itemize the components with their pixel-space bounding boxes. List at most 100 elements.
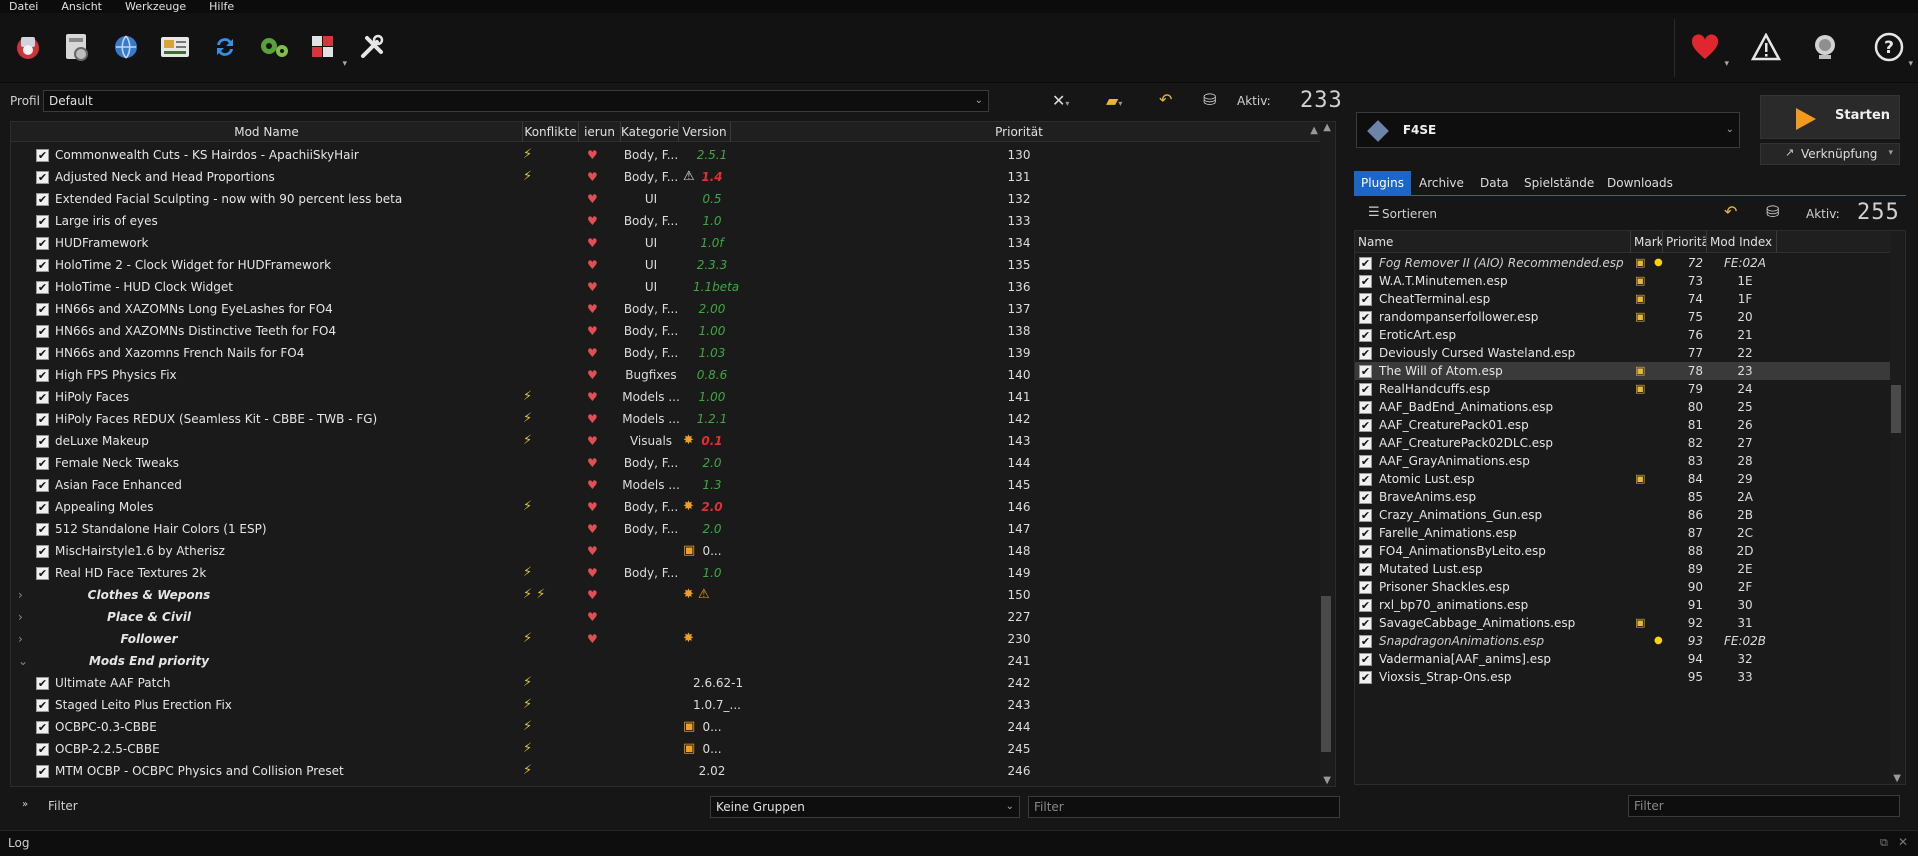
plugin-enabled-checkbox[interactable]: ✔ xyxy=(1359,257,1372,270)
plugin-enabled-checkbox[interactable]: ✔ xyxy=(1359,635,1372,648)
mod-row[interactable]: ✔ Real HD Face Textures 2k ⚡ ♥ Body, F... 1.0… xyxy=(11,562,1321,584)
groups-select[interactable]: Keine Gruppen ⌄ xyxy=(710,796,1020,818)
tools-icon[interactable] xyxy=(352,27,392,67)
plugin-enabled-checkbox[interactable]: ✔ xyxy=(1359,581,1372,594)
plugin-enabled-checkbox[interactable]: ✔ xyxy=(1359,365,1372,378)
plugin-enabled-checkbox[interactable]: ✔ xyxy=(1359,527,1372,540)
plugin-row[interactable]: ✔ randompanserfollower.esp ▣ 75 20 xyxy=(1355,308,1891,326)
mod-enabled-checkbox[interactable]: ✔ xyxy=(36,677,49,690)
profile-select[interactable]: Default ⌄ xyxy=(43,90,989,112)
plugin-enabled-checkbox[interactable]: ✔ xyxy=(1359,401,1372,414)
separator-row[interactable]: › Place & Civil ♥ 227 xyxy=(11,606,1321,628)
tab-plugins[interactable]: Plugins xyxy=(1354,171,1411,195)
sort-button[interactable]: Sortieren xyxy=(1382,207,1437,221)
col-plugin-priority[interactable]: Priorität xyxy=(1663,231,1707,253)
tools-menu-icon[interactable]: ✕▾ xyxy=(1052,92,1069,113)
create-backup-icon[interactable]: ⛁ xyxy=(1203,91,1216,109)
mod-enabled-checkbox[interactable]: ✔ xyxy=(36,523,49,536)
col-plugin-flags[interactable]: Marke xyxy=(1631,231,1663,253)
col-plugin-name[interactable]: Name xyxy=(1355,231,1631,253)
mod-enabled-checkbox[interactable]: ✔ xyxy=(36,391,49,404)
plugin-row[interactable]: ✔ AAF_GrayAnimations.esp 83 28 xyxy=(1355,452,1891,470)
mod-row[interactable]: ✔ HUDFramework ♥ UI 1.0f 134 xyxy=(11,232,1321,254)
menu-hilfe[interactable]: Hilfe xyxy=(209,1,234,12)
mod-row[interactable]: ✔ Ultimate AAF Patch ⚡ 2.6.62-1 242 xyxy=(11,672,1321,694)
mod-enabled-checkbox[interactable]: ✔ xyxy=(36,413,49,426)
mod-row[interactable]: ✔ deLuxe Makeup ⚡ ♥ Visuals ✸ 0.1 143 xyxy=(11,430,1321,452)
mod-list-scroll-thumb[interactable] xyxy=(1321,596,1331,752)
run-button[interactable]: Starten xyxy=(1760,95,1900,139)
log-label[interactable]: Log xyxy=(8,836,29,850)
plugin-row[interactable]: ✔ BraveAnims.esp 85 2A xyxy=(1355,488,1891,506)
executable-select[interactable]: F4SE ⌄ xyxy=(1356,112,1740,148)
plugin-filter-input[interactable]: Filter xyxy=(1628,795,1900,817)
mod-enabled-checkbox[interactable]: ✔ xyxy=(36,567,49,580)
plugin-row[interactable]: ✔ SnapdragonAnimations.esp ● 93 FE:02B xyxy=(1355,632,1891,650)
scroll-down-icon[interactable]: ▼ xyxy=(1893,773,1901,784)
mod-row[interactable]: ✔ High FPS Physics Fix ♥ Bugfixes 0.8.6 140 xyxy=(11,364,1321,386)
plugin-enabled-checkbox[interactable]: ✔ xyxy=(1359,491,1372,504)
plugin-row[interactable]: ✔ Atomic Lust.esp ▣ 84 29 xyxy=(1355,470,1891,488)
mod-row[interactable]: ✔ HN66s and XAZOMNs Distinctive Teeth for… xyxy=(11,320,1321,342)
mod-row[interactable]: ✔ Asian Face Enhanced ♥ Models ... 1.3 145 xyxy=(11,474,1321,496)
mod-row[interactable]: ✔ Commonwealth Cuts - KS Hairdos - Apachi… xyxy=(11,144,1321,166)
plugin-row[interactable]: ✔ The Will of Atom.esp ▣ 78 23 xyxy=(1355,362,1891,380)
plugin-enabled-checkbox[interactable]: ✔ xyxy=(1359,455,1372,468)
mod-enabled-checkbox[interactable]: ✔ xyxy=(36,193,49,206)
mod-row[interactable]: ✔ OCBP-2.2.5-CBBE ⚡ ▣ 0... 245 xyxy=(11,738,1321,760)
tab-data[interactable]: Data xyxy=(1473,171,1516,195)
mod-row[interactable]: ✔ HiPoly Faces ⚡ ♥ Models ... 1.00 141 xyxy=(11,386,1321,408)
plugin-row[interactable]: ✔ CheatTerminal.esp ▣ 74 1F xyxy=(1355,290,1891,308)
mod-enabled-checkbox[interactable]: ✔ xyxy=(36,259,49,272)
restore-plugin-backup-icon[interactable]: ↶ xyxy=(1724,203,1737,221)
separator-row[interactable]: › Follower ⚡ ♥ ✸ 230 xyxy=(11,628,1321,650)
mod-enabled-checkbox[interactable]: ✔ xyxy=(36,479,49,492)
mod-enabled-checkbox[interactable]: ✔ xyxy=(36,457,49,470)
mod-row[interactable]: ✔ Adjusted Neck and Head Proportions ⚡ ♥ Bod… xyxy=(11,166,1321,188)
executables-icon[interactable]: ▾ xyxy=(303,27,347,69)
mod-list-scrollbar[interactable]: ▲ ▼ xyxy=(1320,122,1334,786)
mod-enabled-checkbox[interactable]: ✔ xyxy=(36,765,49,778)
plugin-row[interactable]: ✔ EroticArt.esp 76 21 xyxy=(1355,326,1891,344)
plugin-row[interactable]: ✔ Vioxsis_Strap-Ons.esp 95 33 xyxy=(1355,668,1891,686)
mod-row[interactable]: ✔ HN66s and Xazomns French Nails for FO4 ♥… xyxy=(11,342,1321,364)
create-plugin-backup-icon[interactable]: ⛁ xyxy=(1766,203,1779,221)
plugin-row[interactable]: ✔ SavageCabbage_Animations.esp ▣ 92 31 xyxy=(1355,614,1891,632)
instance-icon[interactable] xyxy=(8,27,48,67)
plugin-enabled-checkbox[interactable]: ✔ xyxy=(1359,545,1372,558)
mod-enabled-checkbox[interactable]: ✔ xyxy=(36,435,49,448)
separator-row[interactable]: ⌄ Mods End priority 241 xyxy=(11,650,1321,672)
mod-enabled-checkbox[interactable]: ✔ xyxy=(36,369,49,382)
help-icon[interactable]: ? ▾ xyxy=(1869,27,1913,69)
mod-row[interactable]: ✔ HoloTime 2 - Clock Widget for HUDFramew… xyxy=(11,254,1321,276)
plugin-enabled-checkbox[interactable]: ✔ xyxy=(1359,617,1372,630)
mod-row[interactable]: ✔ Large iris of eyes ♥ Body, F... 1.0 133 xyxy=(11,210,1321,232)
mod-row[interactable]: ✔ OCBPC-0.3-CBBE ⚡ ▣ 0... 244 xyxy=(11,716,1321,738)
col-mod-name[interactable]: Mod Name xyxy=(11,122,523,142)
plugin-row[interactable]: ✔ Crazy_Animations_Gun.esp 86 2B xyxy=(1355,506,1891,524)
plugin-row[interactable]: ✔ AAF_BadEnd_Animations.esp 80 25 xyxy=(1355,398,1891,416)
plugin-list-scroll-thumb[interactable] xyxy=(1891,385,1901,433)
plugin-row[interactable]: ✔ Deviously Cursed Wasteland.esp 77 22 xyxy=(1355,344,1891,362)
mod-row[interactable]: ✔ MiscHairstyle1.6 by Atherisz ♥ ▣ 0... 148 xyxy=(11,540,1321,562)
plugin-enabled-checkbox[interactable]: ✔ xyxy=(1359,437,1372,450)
mod-enabled-checkbox[interactable]: ✔ xyxy=(36,545,49,558)
plugin-enabled-checkbox[interactable]: ✔ xyxy=(1359,509,1372,522)
mod-enabled-checkbox[interactable]: ✔ xyxy=(36,325,49,338)
settings-gears-icon[interactable] xyxy=(254,27,294,67)
plugin-enabled-checkbox[interactable]: ✔ xyxy=(1359,473,1372,486)
col-plugin-mod-index[interactable]: Mod Index xyxy=(1707,231,1777,253)
mod-enabled-checkbox[interactable]: ✔ xyxy=(36,501,49,514)
col-priority[interactable]: Priorität xyxy=(731,122,1307,142)
plugin-enabled-checkbox[interactable]: ✔ xyxy=(1359,275,1372,288)
separator-row[interactable]: › Clothes & Wepons ⚡ ⚡ ♥ ✸ ⚠ 150 xyxy=(11,584,1321,606)
plugin-row[interactable]: ✔ Prisoner Shackles.esp 90 2F xyxy=(1355,578,1891,596)
mod-enabled-checkbox[interactable]: ✔ xyxy=(36,303,49,316)
plugin-enabled-checkbox[interactable]: ✔ xyxy=(1359,653,1372,666)
plugin-list-scrollbar[interactable]: ▼ xyxy=(1890,231,1904,784)
plugin-enabled-checkbox[interactable]: ✔ xyxy=(1359,311,1372,324)
mod-row[interactable]: ✔ 512 Standalone Hair Colors (1 ESP) ♥ Body… xyxy=(11,518,1321,540)
mod-row[interactable]: ✔ HN66s and XAZOMNs Long EyeLashes for FO… xyxy=(11,298,1321,320)
mod-row[interactable]: ✔ Female Neck Tweaks ♥ Body, F... 2.0 144 xyxy=(11,452,1321,474)
plugin-row[interactable]: ✔ rxl_bp70_animations.esp 91 30 xyxy=(1355,596,1891,614)
